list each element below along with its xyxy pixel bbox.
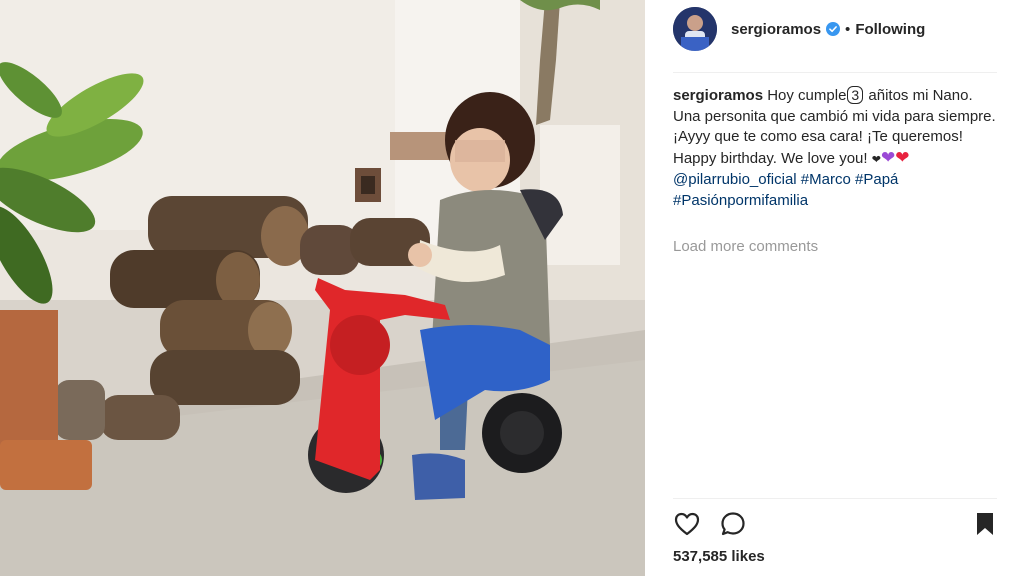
post-header: sergioramos • Following xyxy=(673,6,997,52)
avatar-image xyxy=(673,7,717,51)
actions-divider xyxy=(673,498,997,499)
post-photo[interactable] xyxy=(0,0,645,576)
post-side-panel: sergioramos • Following sergioramos Hoy … xyxy=(645,0,1024,576)
header-username[interactable]: sergioramos xyxy=(731,21,821,38)
photo-image xyxy=(0,0,645,576)
likes-count[interactable]: 537,585 likes xyxy=(673,548,765,565)
verified-badge-icon xyxy=(826,22,841,36)
hashtag-link[interactable]: #Pasiónpormifamilia xyxy=(673,192,808,209)
like-heart-icon[interactable] xyxy=(673,510,701,538)
caption-number-emoji: 3 xyxy=(847,86,864,104)
caption-username[interactable]: sergioramos xyxy=(673,87,763,104)
header-divider xyxy=(673,72,997,73)
red-heart-icon: ❤ xyxy=(895,147,910,167)
caption-text-before: Hoy cumple xyxy=(767,87,847,104)
bookmark-icon[interactable] xyxy=(971,510,999,538)
load-more-comments-link[interactable]: Load more comments xyxy=(673,238,818,255)
mention-link[interactable]: @pilarrubio_oficial xyxy=(673,171,797,188)
purple-heart-icon: ❤ xyxy=(880,147,896,167)
action-bar xyxy=(673,510,997,538)
avatar[interactable] xyxy=(673,7,717,51)
following-button[interactable]: Following xyxy=(855,21,925,38)
post-caption: sergioramos Hoy cumple 3 añitos mi Nano. … xyxy=(673,86,997,211)
hashtag-link[interactable]: #Marco xyxy=(801,171,851,188)
comment-bubble-icon[interactable] xyxy=(719,510,747,538)
header-separator: • xyxy=(845,20,851,38)
hashtag-link[interactable]: #Papá xyxy=(855,171,898,188)
black-heart-icon: ❤ xyxy=(871,153,881,166)
caption-line-2: Happy birthday. We love you! xyxy=(673,149,868,167)
